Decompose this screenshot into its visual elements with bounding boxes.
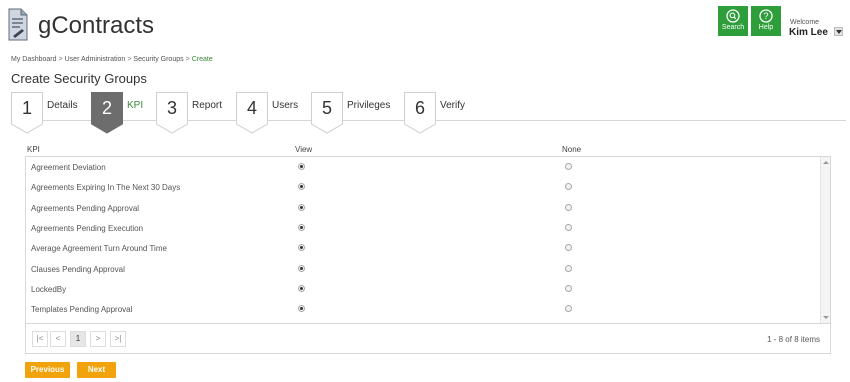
step-number: 4 [246, 98, 257, 118]
kpi-grid: KPI View None Agreement Deviation Agreeme… [25, 142, 831, 355]
scroll-up-icon[interactable] [823, 161, 829, 164]
breadcrumb-security-groups[interactable]: Security Groups [133, 56, 183, 63]
username[interactable]: Kim Lee [789, 27, 828, 38]
welcome-text: Welcome [790, 19, 820, 26]
table-row: Templates Pending Approval [26, 299, 820, 319]
grid-header: KPI View None [25, 142, 831, 156]
grid-scrollbar[interactable] [820, 157, 830, 323]
step-label: KPI [127, 100, 144, 111]
view-radio[interactable] [298, 183, 305, 191]
view-radio[interactable] [298, 163, 305, 170]
search-button-label: Search [721, 24, 745, 31]
next-button[interactable]: Next [77, 362, 116, 378]
none-radio[interactable] [565, 163, 572, 170]
breadcrumb: My Dashboard > User Administration > Securit… [11, 56, 213, 63]
step-label: Details [47, 100, 78, 111]
view-radio[interactable] [298, 223, 305, 231]
wizard-steps: 1 Details 2 KPI 3 Report 4 Users 5 Privileges 6 Ver… [0, 92, 850, 134]
none-radio[interactable] [565, 223, 572, 231]
table-row: Agreements Expiring In The Next 30 Days [26, 177, 820, 197]
view-radio[interactable] [298, 203, 305, 211]
breadcrumb-current: Create [191, 56, 213, 63]
column-header-kpi: KPI [27, 145, 40, 154]
user-menu-dropdown[interactable] [834, 27, 843, 36]
step-number-badge: 5 [311, 92, 343, 134]
scroll-down-icon[interactable] [823, 316, 829, 319]
step-number: 3 [166, 98, 177, 118]
help-button-label: Help [758, 24, 774, 31]
kpi-name: Agreement Deviation [31, 163, 106, 172]
kpi-name: Agreements Pending Approval [31, 203, 140, 213]
step-number: 6 [414, 98, 425, 118]
table-row: Average Agreement Turn Around Time [26, 238, 820, 258]
previous-page-button[interactable]: < [50, 331, 66, 347]
first-page-button[interactable]: |< [32, 331, 48, 347]
table-row: LockedBy [26, 279, 820, 299]
step-number-badge: 4 [236, 92, 268, 134]
kpi-name: Agreements Pending Execution [31, 223, 144, 233]
search-icon [726, 9, 740, 23]
step-label: Users [272, 100, 299, 111]
breadcrumb-separator: > [58, 56, 63, 63]
none-radio[interactable] [565, 203, 572, 211]
step-number-badge: 2 [91, 92, 123, 134]
app-title: gContracts [38, 12, 155, 39]
view-radio[interactable] [298, 305, 305, 313]
none-radio[interactable] [565, 305, 572, 313]
last-page-button[interactable]: >| [110, 331, 126, 347]
step-number: 5 [321, 98, 332, 118]
step-label: Report [192, 100, 223, 111]
view-radio[interactable] [298, 244, 305, 252]
step-number: 1 [21, 98, 32, 118]
view-radio[interactable] [298, 264, 305, 272]
table-row: Agreement Deviation [26, 157, 820, 177]
previous-button[interactable]: Previous [25, 362, 70, 378]
breadcrumb-separator: > [185, 56, 190, 63]
help-icon: ? [759, 9, 773, 23]
none-radio[interactable] [565, 264, 572, 272]
table-row: Clauses Pending Approval [26, 259, 820, 279]
step-label: Privileges [347, 100, 391, 111]
grid-pager: |< < 1 > >| 1 - 8 of 8 items [25, 324, 831, 354]
kpi-name: Templates Pending Approval [31, 305, 133, 315]
svg-text:?: ? [763, 11, 768, 21]
page-title: Create Security Groups [11, 71, 147, 86]
step-number-badge: 3 [156, 92, 188, 134]
breadcrumb-separator: > [127, 56, 132, 63]
column-header-none: None [562, 145, 582, 154]
kpi-name: Clauses Pending Approval [31, 264, 125, 274]
next-page-button[interactable]: > [90, 331, 106, 347]
step-number-badge: 1 [11, 92, 43, 134]
table-row: Agreements Pending Approval [26, 198, 820, 218]
none-radio[interactable] [565, 284, 572, 292]
kpi-name: Average Agreement Turn Around Time [31, 244, 167, 254]
step-number: 2 [101, 98, 112, 118]
column-header-view: View [295, 145, 313, 154]
view-radio[interactable] [298, 284, 305, 292]
kpi-name: Agreements Expiring In The Next 30 Days [31, 183, 181, 193]
none-radio[interactable] [565, 244, 572, 252]
kpi-name: LockedBy [31, 284, 67, 294]
breadcrumb-user-administration[interactable]: User Administration [65, 56, 126, 63]
grid-body: Agreement Deviation Agreements Expiring I… [25, 156, 831, 324]
breadcrumb-my-dashboard[interactable]: My Dashboard [11, 56, 57, 63]
page-1-button[interactable]: 1 [70, 331, 86, 347]
step-label: Verify [440, 100, 466, 111]
none-radio[interactable] [565, 183, 572, 191]
help-button[interactable]: ? Help [751, 6, 781, 36]
step-number-badge: 6 [404, 92, 436, 134]
search-button[interactable]: Search [718, 6, 748, 36]
pager-info: 1 - 8 of 8 items [767, 335, 820, 344]
document-logo-icon [8, 8, 28, 41]
app-header: gContracts Search ? Help Welcome Kim Lee [0, 0, 850, 48]
table-row: Agreements Pending Execution [26, 218, 820, 238]
